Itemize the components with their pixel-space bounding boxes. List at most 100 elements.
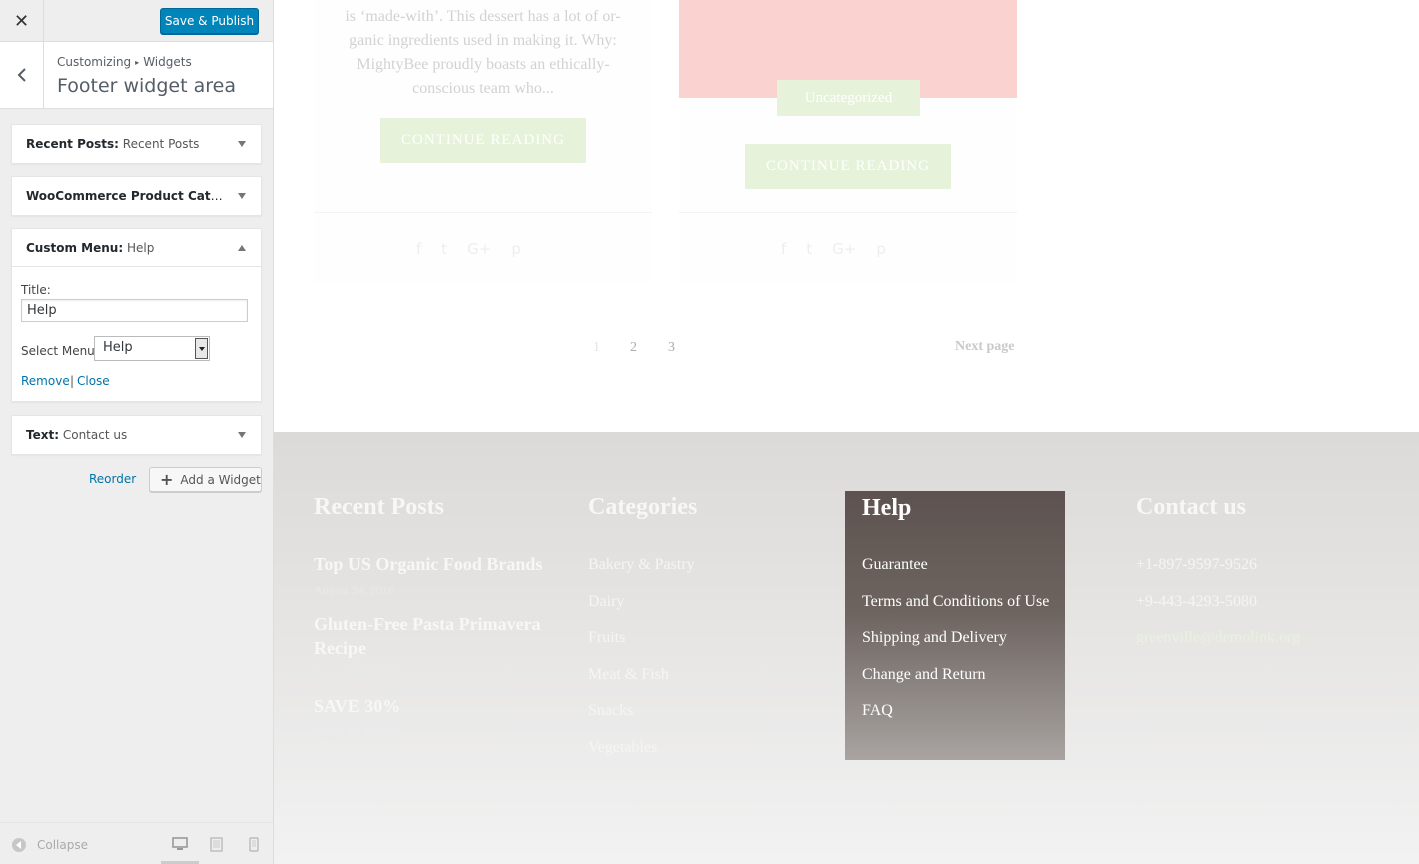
- dropdown-arrow-icon[interactable]: [195, 338, 208, 359]
- collapse-arrow-icon[interactable]: [238, 245, 246, 251]
- expand-arrow-icon[interactable]: [238, 432, 246, 438]
- widget-header[interactable]: Custom Menu: Help: [12, 229, 261, 267]
- footer-widget-area: Recent Posts Top US Organic Food Brands …: [274, 432, 1419, 864]
- plus-icon: +: [160, 470, 174, 489]
- widget-header[interactable]: Recent Posts: Recent Posts: [12, 125, 261, 163]
- help-menu-link[interactable]: FAQ: [862, 702, 893, 720]
- next-page-link[interactable]: Next page: [955, 339, 1015, 355]
- page-1[interactable]: 1: [593, 340, 600, 356]
- reorder-link[interactable]: Reorder: [89, 472, 136, 486]
- help-menu-link[interactable]: Terms and Conditions of Use: [862, 593, 1049, 611]
- breadcrumb-separator: ▸: [135, 58, 140, 67]
- continue-reading-button[interactable]: CONTINUE READING: [745, 144, 951, 189]
- contact-email[interactable]: greenville@demolink.org: [1136, 629, 1300, 647]
- widget-instance-name: Contact us: [62, 428, 128, 442]
- widget-header[interactable]: Text: Contact us: [12, 416, 261, 454]
- link-separator: |: [70, 374, 75, 388]
- recent-post-date: August 24, 2016: [314, 726, 394, 740]
- twitter-icon[interactable]: t: [806, 240, 812, 258]
- category-tag[interactable]: Uncategorized: [777, 80, 920, 116]
- widget-instance-name: Recent Posts: [122, 137, 200, 151]
- breadcrumb: Customizing ▸ Widgets: [57, 55, 192, 69]
- recent-post-title[interactable]: SAVE 30%: [314, 694, 564, 718]
- widget-type: Recent Posts:: [26, 137, 119, 151]
- customizer-footer: Collapse: [0, 822, 273, 864]
- tablet-icon[interactable]: [210, 837, 223, 852]
- close-link[interactable]: Close: [77, 374, 110, 388]
- post-excerpt: is ‘made-with’. This dessert has a lot o…: [314, 5, 652, 101]
- category-link[interactable]: Vegetables: [588, 739, 657, 757]
- recent-post-date: August 24, 2016: [314, 583, 394, 597]
- category-link[interactable]: Bakery & Pastry: [588, 556, 695, 574]
- continue-reading-button[interactable]: CONTINUE READING: [380, 118, 586, 163]
- select-menu-label: Select Menu:: [21, 344, 99, 358]
- share-icons: f t G+ p: [416, 240, 521, 258]
- collapse-icon[interactable]: [12, 838, 26, 852]
- widget-title: Recent Posts: Recent Posts: [26, 137, 226, 151]
- categories-heading: Categories: [588, 494, 698, 520]
- help-menu-link[interactable]: Guarantee: [862, 556, 928, 574]
- post-card: Uncategorized CONTINUE READING f t G+ p: [679, 0, 1017, 283]
- back-button[interactable]: [0, 42, 44, 108]
- google-plus-icon[interactable]: G+: [467, 240, 491, 258]
- widget-custom-menu: Custom Menu: Help Title: Select Menu: He…: [11, 228, 262, 402]
- help-widget-highlight: Help Guarantee Terms and Conditions of U…: [845, 491, 1065, 760]
- chevron-left-icon: [17, 68, 26, 82]
- excerpt-line: conscious team who...: [412, 80, 554, 97]
- contact-phone[interactable]: +1-897-9597-9526: [1136, 556, 1257, 574]
- widget-form: Title: Select Menu: Help Remove | Close: [12, 267, 261, 401]
- excerpt-line: ganic ingredients used in making it. Why…: [349, 32, 617, 49]
- category-link[interactable]: Dairy: [588, 593, 624, 611]
- contact-heading: Contact us: [1136, 494, 1247, 520]
- title-input[interactable]: [21, 299, 248, 322]
- help-menu-link[interactable]: Shipping and Delivery: [862, 629, 1007, 647]
- widget-type: WooCommerce Product Categor...: [26, 189, 226, 203]
- card-divider: [314, 212, 652, 213]
- recent-posts-heading: Recent Posts: [314, 494, 444, 520]
- pinterest-icon[interactable]: p: [876, 240, 886, 258]
- page-3[interactable]: 3: [668, 340, 675, 356]
- twitter-icon[interactable]: t: [441, 240, 447, 258]
- breadcrumb-current: Widgets: [143, 55, 192, 69]
- recent-post-title[interactable]: Gluten-Free Pasta Primavera Recipe: [314, 612, 564, 660]
- facebook-icon[interactable]: f: [781, 240, 786, 258]
- excerpt-line: MightyBee proudly boasts an ethically-: [356, 56, 610, 73]
- close-customizer-button[interactable]: ✕: [0, 0, 44, 42]
- section-title: Footer widget area: [57, 75, 236, 97]
- contact-phone[interactable]: +9-443-4293-5080: [1136, 593, 1257, 611]
- collapse-label[interactable]: Collapse: [37, 838, 88, 852]
- widget-title: Custom Menu: Help: [26, 241, 226, 255]
- mobile-icon[interactable]: [249, 837, 259, 852]
- category-link[interactable]: Fruits: [588, 629, 625, 647]
- menu-select[interactable]: Help: [94, 336, 210, 361]
- expand-arrow-icon[interactable]: [238, 193, 246, 199]
- post-card: is ‘made-with’. This dessert has a lot o…: [314, 0, 652, 283]
- widget-instance-name: Help: [126, 241, 155, 255]
- widget-text-contact: Text: Contact us: [11, 415, 262, 455]
- category-link[interactable]: Meat & Fish: [588, 666, 669, 684]
- help-menu-link[interactable]: Change and Return: [862, 666, 986, 684]
- widget-header[interactable]: WooCommerce Product Categor...: [12, 177, 261, 215]
- expand-arrow-icon[interactable]: [238, 141, 246, 147]
- add-widget-button[interactable]: + Add a Widget: [149, 467, 262, 492]
- page-2[interactable]: 2: [630, 340, 637, 356]
- google-plus-icon[interactable]: G+: [832, 240, 856, 258]
- excerpt-line: is ‘made-with’. This dessert has a lot o…: [345, 8, 621, 25]
- title-label: Title:: [21, 283, 51, 297]
- desktop-icon[interactable]: [172, 837, 188, 851]
- help-heading: Help: [862, 495, 912, 521]
- customizer-header: ✕ Save & Publish: [0, 0, 273, 42]
- copyright-text: Greenville © 2016 | Designed by Template…: [314, 826, 665, 841]
- pinterest-icon[interactable]: p: [511, 240, 521, 258]
- close-icon: ✕: [13, 10, 30, 32]
- category-link[interactable]: Snacks: [588, 702, 633, 720]
- recent-post-title[interactable]: Top US Organic Food Brands: [314, 552, 564, 576]
- share-icons: f t G+ p: [781, 240, 886, 258]
- facebook-icon[interactable]: f: [416, 240, 421, 258]
- widget-type: Text:: [26, 428, 60, 442]
- widget-woocommerce-categories: WooCommerce Product Categor...: [11, 176, 262, 216]
- remove-link[interactable]: Remove: [21, 374, 70, 388]
- save-publish-button[interactable]: Save & Publish: [160, 8, 259, 34]
- widget-title: Text: Contact us: [26, 428, 226, 442]
- menu-select-value: Help: [103, 340, 133, 355]
